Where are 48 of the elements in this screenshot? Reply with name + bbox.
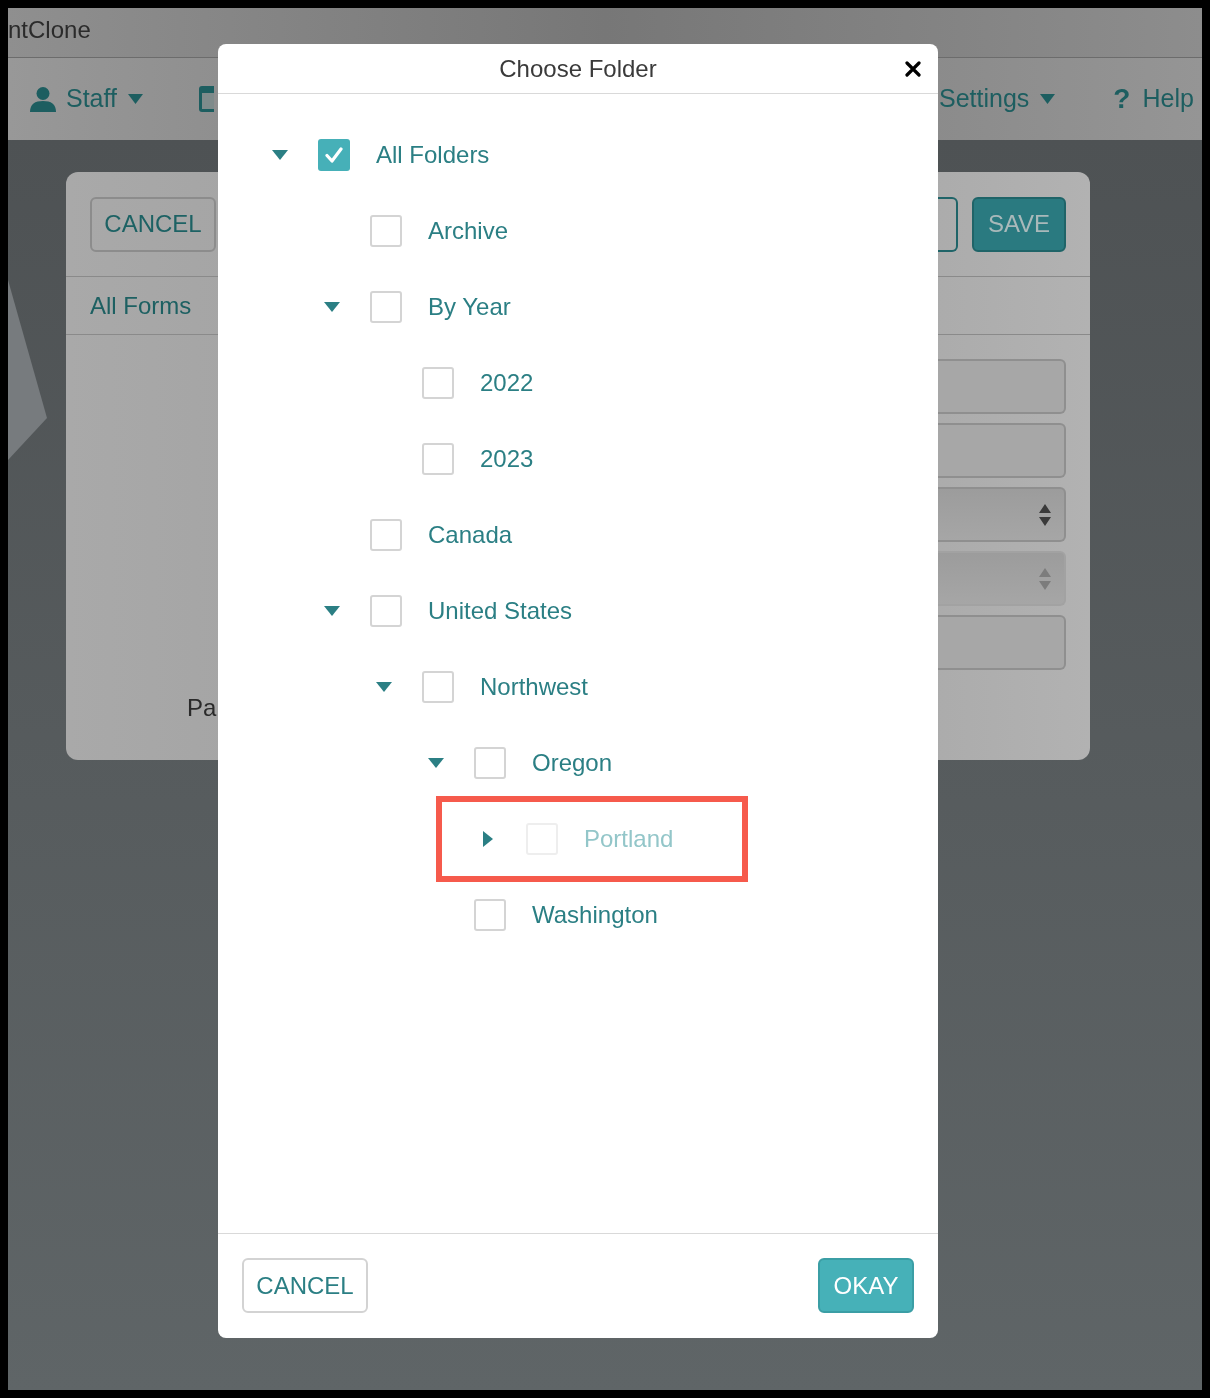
field-label: Pa	[187, 694, 217, 721]
close-icon[interactable]	[905, 61, 921, 77]
caret-down-icon[interactable]	[428, 758, 444, 768]
checkbox[interactable]	[370, 519, 402, 551]
checkbox[interactable]	[474, 747, 506, 779]
app-title: ntClone	[8, 16, 91, 43]
input-field[interactable]	[938, 615, 1066, 670]
caret-down-icon[interactable]	[1040, 94, 1056, 104]
folder-label[interactable]: Archive	[428, 213, 509, 249]
input-field[interactable]	[938, 423, 1066, 478]
folder-label[interactable]: United States	[428, 593, 573, 629]
caret-down-icon[interactable]	[127, 94, 143, 104]
checkbox[interactable]	[474, 899, 506, 931]
person-icon	[30, 86, 56, 112]
folder-label[interactable]: Washington	[532, 897, 658, 933]
folder-label[interactable]: 2022	[480, 365, 534, 401]
checkbox[interactable]	[422, 443, 454, 475]
cancel-button[interactable]: CANCEL	[242, 1258, 368, 1313]
checkbox[interactable]	[422, 367, 454, 399]
checkbox[interactable]	[318, 139, 350, 171]
question-mark[interactable]: ?	[1113, 85, 1131, 113]
okay-button[interactable]: OKAY	[818, 1258, 914, 1313]
folder-label[interactable]: Canada	[428, 517, 513, 553]
save-button[interactable]: SAVE	[972, 196, 1066, 252]
checkbox[interactable]	[370, 291, 402, 323]
select-field[interactable]	[938, 487, 1066, 542]
folder-label[interactable]: Northwest	[480, 669, 589, 705]
folder-label[interactable]: Oregon	[532, 745, 613, 781]
checkmark-icon	[325, 147, 343, 163]
caret-down-icon[interactable]	[324, 606, 340, 616]
cancel-button[interactable]: CANCEL	[90, 196, 216, 252]
sort-arrows-icon	[1039, 503, 1051, 526]
caret-down-icon[interactable]	[324, 302, 340, 312]
caret-down-icon[interactable]	[376, 682, 392, 692]
sort-arrows-icon	[1039, 567, 1051, 590]
dialog-title: Choose Folder	[499, 53, 657, 84]
folder-label[interactable]: All Folders	[376, 137, 490, 173]
caret-down-icon[interactable]	[272, 150, 288, 160]
folder-label[interactable]: By Year	[428, 289, 511, 325]
checkbox[interactable]	[370, 215, 402, 247]
forms-tab[interactable]: All Forms	[90, 287, 192, 324]
document-icon	[198, 86, 214, 112]
checkbox[interactable]	[370, 595, 402, 627]
checkbox[interactable]	[422, 671, 454, 703]
nav-link[interactable]: Staff	[66, 80, 117, 118]
folder-label[interactable]: 2023	[480, 441, 534, 477]
input-field[interactable]	[938, 359, 1066, 414]
nav-link[interactable]: Help	[1142, 80, 1194, 118]
